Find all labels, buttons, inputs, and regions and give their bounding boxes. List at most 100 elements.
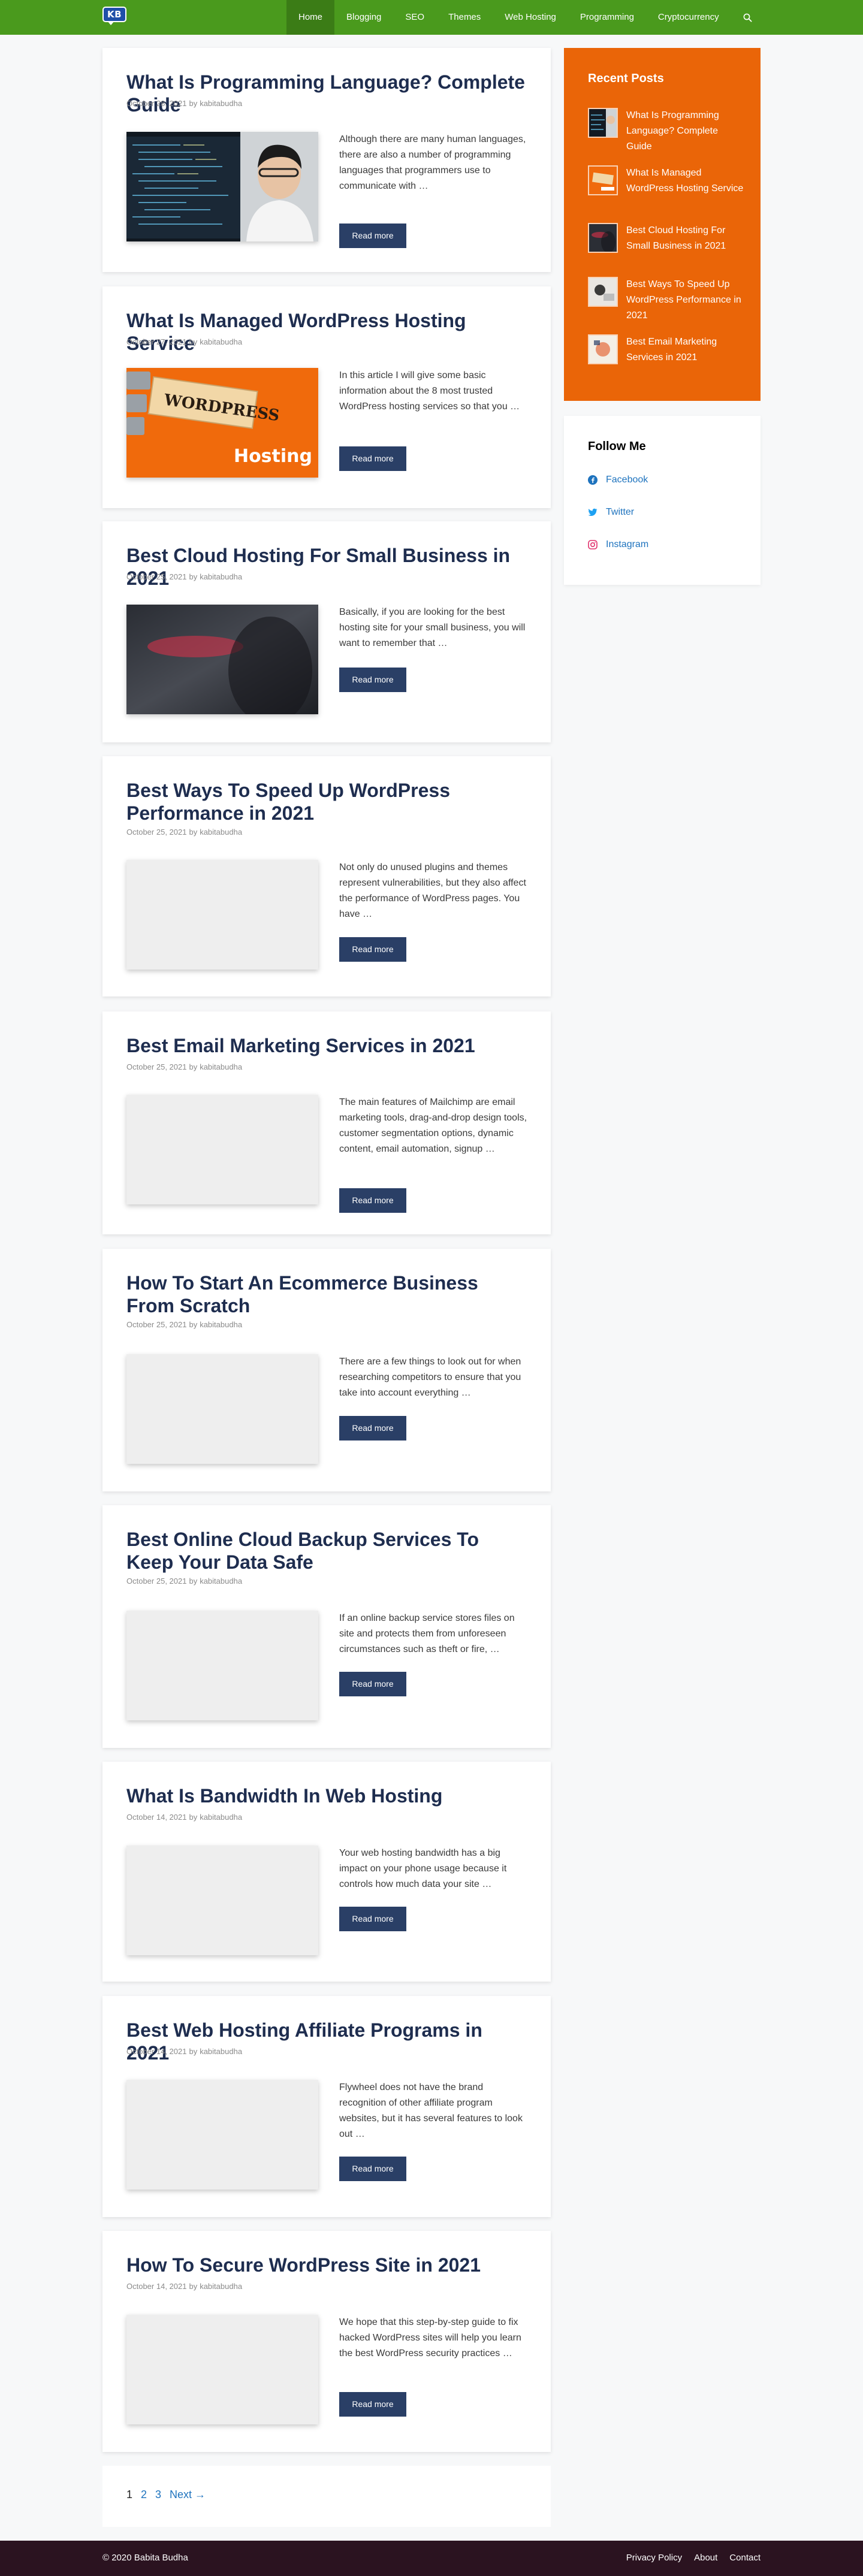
- logo-tail: [107, 21, 114, 25]
- recent-post-thumbnail[interactable]: [588, 277, 618, 307]
- nav-item-home[interactable]: Home: [286, 0, 335, 35]
- post-meta: October 14, 2021 by kabitabudha: [126, 1813, 242, 1822]
- post-thumbnail[interactable]: [126, 860, 318, 970]
- post-title[interactable]: Best Online Cloud Backup Services To Kee…: [126, 1528, 528, 1574]
- post-thumbnail[interactable]: [126, 2080, 318, 2190]
- post-card: What Is Bandwidth In Web Hosting October…: [102, 1762, 551, 1982]
- follow-link-twitter[interactable]: Twitter: [588, 507, 634, 518]
- post-author[interactable]: kabitabudha: [200, 2282, 242, 2291]
- post-date[interactable]: October 25, 2021: [126, 1062, 186, 1071]
- post-author[interactable]: kabitabudha: [200, 337, 242, 346]
- site-logo[interactable]: KB: [102, 7, 126, 26]
- post-thumbnail[interactable]: WORDPRESS Hosting: [126, 368, 318, 478]
- follow-label: Twitter: [606, 507, 635, 517]
- post-card: How To Secure WordPress Site in 2021 Oct…: [102, 2231, 551, 2452]
- post-author[interactable]: kabitabudha: [200, 99, 242, 108]
- post-author[interactable]: kabitabudha: [200, 572, 242, 581]
- read-more-button[interactable]: Read more: [339, 446, 406, 471]
- post-meta-by: by: [189, 1062, 198, 1071]
- next-page-link[interactable]: Next →: [170, 2489, 206, 2501]
- nav-item-themes[interactable]: Themes: [436, 0, 493, 35]
- read-more-button[interactable]: Read more: [339, 668, 406, 692]
- post-date[interactable]: October 25, 2021: [126, 572, 186, 581]
- post-excerpt: There are a few things to look out for w…: [339, 1357, 521, 1398]
- post-card: Best Web Hosting Affiliate Programs in 2…: [102, 1996, 551, 2217]
- follow-me-widget: Follow Me Facebook Twitter Instagram: [564, 416, 761, 585]
- post-thumbnail[interactable]: [126, 1095, 318, 1204]
- recent-post-thumbnail[interactable]: [588, 108, 618, 138]
- page-number-link[interactable]: 2: [141, 2489, 147, 2501]
- nav-item-blogging[interactable]: Blogging: [334, 0, 393, 35]
- post-date[interactable]: October 14, 2021: [126, 2282, 186, 2291]
- post-title[interactable]: Best Email Marketing Services in 2021: [126, 1034, 528, 1057]
- post-author[interactable]: kabitabudha: [200, 828, 242, 836]
- post-thumbnail[interactable]: [126, 1611, 318, 1720]
- post-author[interactable]: kabitabudha: [200, 2047, 242, 2056]
- post-thumbnail[interactable]: [126, 2315, 318, 2424]
- read-more-button[interactable]: Read more: [339, 937, 406, 962]
- recent-post-link[interactable]: Best Ways To Speed Up WordPress Performa…: [626, 277, 744, 324]
- recent-post-item: Best Email Marketing Services in 2021: [588, 334, 744, 366]
- footer-link-about[interactable]: About: [694, 2553, 717, 2563]
- read-more-button[interactable]: Read more: [339, 224, 406, 248]
- facebook-icon: [588, 475, 598, 485]
- nav-item-web-hosting[interactable]: Web Hosting: [493, 0, 568, 35]
- post-meta: October 25, 2021 by kabitabudha: [126, 1577, 242, 1586]
- footer-link-privacy-policy[interactable]: Privacy Policy: [626, 2553, 682, 2563]
- search-icon[interactable]: [731, 0, 765, 35]
- post-meta-by: by: [189, 828, 198, 836]
- follow-link-instagram[interactable]: Instagram: [588, 539, 648, 550]
- nav-item-cryptocurrency[interactable]: Cryptocurrency: [646, 0, 731, 35]
- post-thumbnail[interactable]: [126, 1354, 318, 1464]
- read-more-button[interactable]: Read more: [339, 1416, 406, 1440]
- post-meta: October 25, 2021 by kabitabudha: [126, 1062, 242, 1071]
- recent-post-thumbnail[interactable]: [588, 165, 618, 195]
- read-more-button[interactable]: Read more: [339, 2157, 406, 2181]
- post-meta: October 14, 2021 by kabitabudha: [126, 2047, 242, 2056]
- footer-link-contact[interactable]: Contact: [729, 2553, 761, 2563]
- recent-post-link[interactable]: Best Cloud Hosting For Small Business in…: [626, 223, 744, 254]
- post-meta-by: by: [189, 572, 198, 581]
- post-title[interactable]: What Is Managed WordPress Hosting Servic…: [126, 309, 528, 355]
- recent-posts-title: Recent Posts: [588, 72, 664, 85]
- post-date[interactable]: October 25, 2021: [126, 1577, 186, 1586]
- post-title[interactable]: How To Secure WordPress Site in 2021: [126, 2254, 528, 2276]
- post-title[interactable]: Best Ways To Speed Up WordPress Performa…: [126, 779, 528, 825]
- post-card: How To Start An Ecommerce Business From …: [102, 1249, 551, 1491]
- post-thumbnail[interactable]: [126, 132, 318, 241]
- post-date[interactable]: October 14, 2021: [126, 2047, 186, 2056]
- post-title[interactable]: Best Cloud Hosting For Small Business in…: [126, 544, 528, 590]
- post-title[interactable]: Best Web Hosting Affiliate Programs in 2…: [126, 2019, 528, 2064]
- read-more-button[interactable]: Read more: [339, 1188, 406, 1213]
- post-excerpt: Your web hosting bandwidth has a big imp…: [339, 1848, 507, 1889]
- read-more-button[interactable]: Read more: [339, 2392, 406, 2417]
- post-date[interactable]: October 25, 2021: [126, 1320, 186, 1329]
- recent-post-link[interactable]: Best Email Marketing Services in 2021: [626, 334, 744, 366]
- recent-post-link[interactable]: What Is Managed WordPress Hosting Servic…: [626, 165, 744, 197]
- post-author[interactable]: kabitabudha: [200, 1320, 242, 1329]
- read-more-button[interactable]: Read more: [339, 1672, 406, 1696]
- nav-item-seo[interactable]: SEO: [393, 0, 436, 35]
- post-date[interactable]: October 25, 2021: [126, 828, 186, 836]
- recent-post-thumbnail[interactable]: [588, 334, 618, 364]
- page-number-link[interactable]: 3: [155, 2489, 161, 2501]
- post-title[interactable]: What Is Programming Language? Complete G…: [126, 71, 528, 116]
- post-thumbnail[interactable]: [126, 1846, 318, 1955]
- post-date[interactable]: October 14, 2021: [126, 1813, 186, 1822]
- post-title[interactable]: How To Start An Ecommerce Business From …: [126, 1272, 528, 1317]
- recent-post-link[interactable]: What Is Programming Language? Complete G…: [626, 108, 744, 155]
- recent-post-thumbnail[interactable]: [588, 223, 618, 253]
- post-meta-by: by: [189, 1813, 198, 1822]
- read-more-button[interactable]: Read more: [339, 1907, 406, 1931]
- post-meta: October 28, 2021 by kabitabudha: [126, 99, 242, 108]
- nav-item-programming[interactable]: Programming: [568, 0, 646, 35]
- post-date[interactable]: October 27, 2021: [126, 337, 186, 346]
- post-date[interactable]: October 28, 2021: [126, 99, 186, 108]
- post-excerpt: We hope that this step-by-step guide to …: [339, 2317, 521, 2358]
- post-author[interactable]: kabitabudha: [200, 1577, 242, 1586]
- post-author[interactable]: kabitabudha: [200, 1062, 242, 1071]
- follow-link-facebook[interactable]: Facebook: [588, 475, 648, 485]
- post-author[interactable]: kabitabudha: [200, 1813, 242, 1822]
- post-title[interactable]: What Is Bandwidth In Web Hosting: [126, 1784, 528, 1807]
- post-thumbnail[interactable]: [126, 605, 318, 714]
